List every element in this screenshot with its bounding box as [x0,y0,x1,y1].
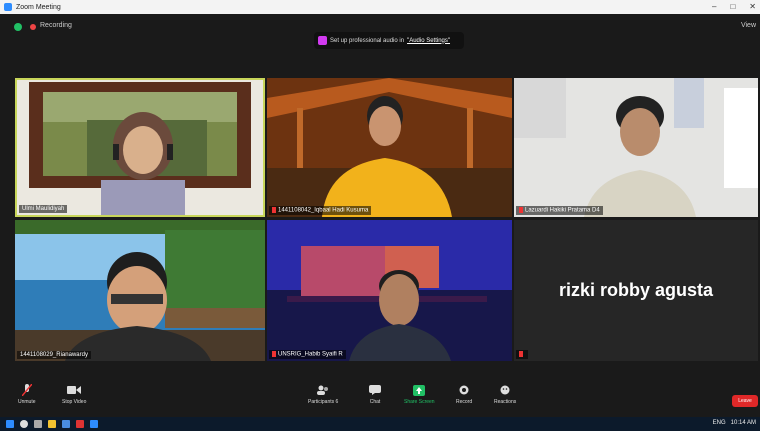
participant-name: 1441108042_Iqbaal Hadi Kusuma [269,206,372,215]
video-tile-5[interactable]: UNSRIG_Habib Syaifi R [267,220,512,361]
meeting-area: Recording Set up professional audio in "… [0,14,760,380]
meeting-toolbar: Unmute Stop Video Participants 6 Chat Sh… [0,380,760,417]
task-view-icon[interactable] [34,420,42,428]
participant-name: Lazuardi Hakiki Pratama D4 [516,206,603,215]
muted-mic-icon [272,207,276,214]
minimize-icon[interactable]: – [712,2,716,11]
reactions-button[interactable]: Reactions [494,384,516,405]
video-tile-3[interactable]: Lazuardi Hakiki Pratama D4 [514,78,758,217]
muted-mic-icon [20,384,34,396]
muted-mic-icon [272,351,276,358]
chat-icon [368,384,382,396]
video-tile-1[interactable]: Ulmi Maulidiyah [15,78,265,217]
security-shield-icon[interactable] [14,23,22,31]
participant-name: 1441108029_Rianawardy [17,351,91,359]
browser-icon[interactable] [62,420,70,428]
zoom-app-icon [4,3,12,11]
system-tray: ENG 10:14 AM [713,420,756,426]
audio-settings-link[interactable]: "Audio Settings" [407,38,450,44]
notification-text: Set up professional audio in [330,37,405,44]
title-bar: Zoom Meeting – □ ✕ [0,0,760,14]
reactions-icon [498,384,512,396]
meeting-top-bar: Recording Set up professional audio in "… [0,14,760,49]
video-camera-icon [67,384,82,396]
unmute-button[interactable]: Unmute [18,384,36,405]
record-button[interactable]: Record [456,384,472,405]
file-explorer-icon[interactable] [48,420,56,428]
muted-mic-icon [519,207,523,214]
search-icon[interactable] [20,420,28,428]
video-tile-6[interactable]: rizki robby agusta [514,220,758,361]
video-tile-4[interactable]: 1441108029_Rianawardy [15,220,265,361]
participant-video [267,78,512,217]
recording-dot-icon [30,24,36,30]
windows-start-icon[interactable] [6,420,14,428]
audio-settings-icon [318,36,327,45]
pdf-icon[interactable] [76,420,84,428]
participants-button[interactable]: Participants 6 [308,384,338,405]
audio-notification: Set up professional audio in "Audio Sett… [314,32,464,49]
record-icon [457,384,471,396]
participant-name: UNSRIG_Habib Syaifi R [269,350,346,359]
participant-name: Ulmi Maulidiyah [19,205,68,213]
view-button[interactable]: View [741,22,756,29]
recording-label: Recording [40,22,72,29]
zoom-taskbar-icon[interactable] [90,420,98,428]
participant-video [267,220,512,361]
share-screen-button[interactable]: Share Screen [404,384,435,405]
share-screen-icon [412,384,426,396]
leave-button[interactable]: Leave [732,395,758,407]
windows-taskbar: ENG 10:14 AM [0,417,760,431]
participant-name [516,350,528,359]
stop-video-button[interactable]: Stop Video [62,384,86,405]
participant-video [15,220,265,361]
video-tile-2[interactable]: 1441108042_Iqbaal Hadi Kusuma [267,78,512,217]
close-icon[interactable]: ✕ [749,2,756,11]
language-indicator[interactable]: ENG [713,420,726,426]
chat-button[interactable]: Chat [368,384,382,405]
participant-display-name: rizki robby agusta [558,280,714,300]
window-controls: – □ ✕ [712,2,756,11]
participants-count: 6 [335,399,339,405]
window-title: Zoom Meeting [16,3,61,11]
participant-video [514,78,758,217]
maximize-icon[interactable]: □ [730,2,735,11]
muted-mic-icon [519,351,523,358]
clock[interactable]: 10:14 AM [731,420,756,426]
participants-icon [316,384,330,396]
participant-video [17,80,263,215]
